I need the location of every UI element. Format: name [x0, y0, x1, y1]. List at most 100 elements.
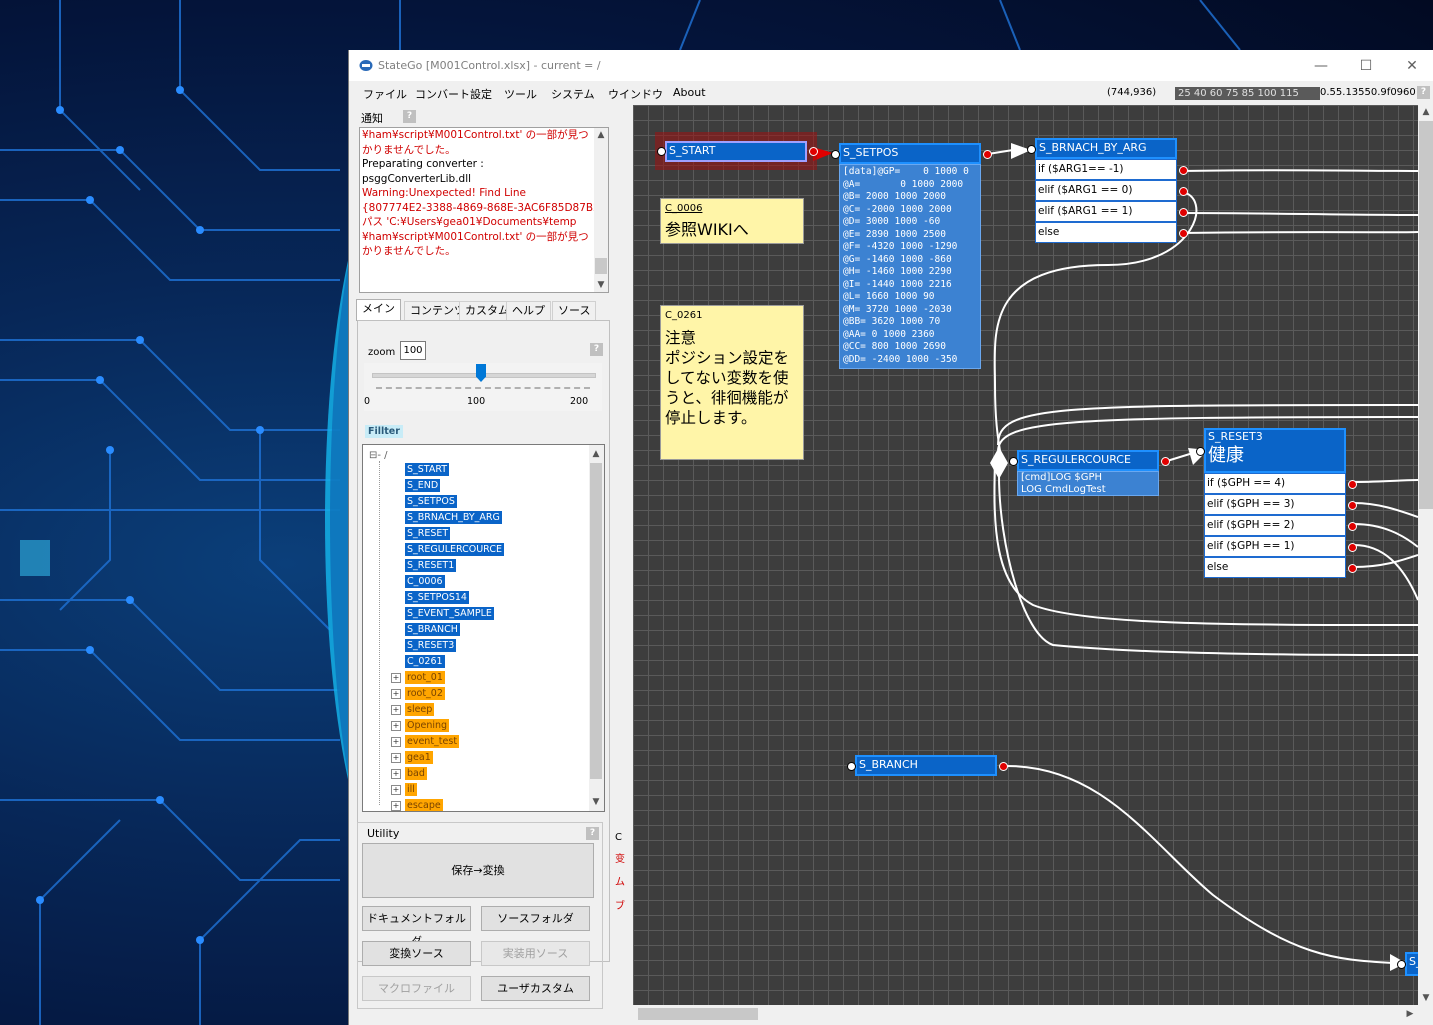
menu-convert-settings[interactable]: コンバート設定 — [415, 86, 492, 102]
tree-item[interactable]: bad — [405, 767, 427, 780]
s-brnach-branch-out-port[interactable] — [1179, 166, 1188, 175]
tree-item[interactable]: C_0261 — [405, 655, 445, 668]
tree-item[interactable]: S_BRANCH — [405, 623, 460, 636]
node-s-partial[interactable]: S_ — [1397, 952, 1418, 976]
state-tree[interactable]: ⊟- / S_START S_END S_SETPOS S_BRNACH_BY_ARG… — [362, 444, 605, 812]
tree-item[interactable]: S_START — [405, 463, 450, 476]
s-brnach-branch-row[interactable]: if ($ARG1== -1) — [1035, 159, 1177, 180]
note-c-0006[interactable]: C_0006 参照WIKIへ — [660, 198, 804, 244]
tree-expand-icon[interactable]: + — [391, 689, 401, 699]
notify-help-icon[interactable]: ? — [403, 110, 416, 123]
s-brnach-in-port[interactable] — [1027, 145, 1036, 154]
s-branch-out-port[interactable] — [999, 762, 1008, 771]
user-custom-button[interactable]: ユーザカスタム — [481, 976, 590, 1001]
minimize-button[interactable]: — — [1306, 55, 1336, 77]
s-reguler-out-port[interactable] — [1161, 457, 1170, 466]
scroll-down-icon[interactable]: ▼ — [594, 278, 608, 292]
tab-help[interactable]: ヘルプ — [506, 301, 551, 320]
s-reguler-in-port[interactable] — [1009, 457, 1018, 466]
tree-expand-icon[interactable]: + — [391, 737, 401, 747]
node-s-setpos[interactable]: S_SETPOS [data]@GP= 0 1000 0 @A= 0 1000 2… — [831, 143, 992, 369]
node-s-branch[interactable]: S_BRANCH — [847, 755, 1008, 776]
s-reset3-branch-out-port[interactable] — [1348, 480, 1357, 489]
menu-file[interactable]: ファイル — [363, 86, 407, 102]
s-brnach-branch-row[interactable]: else — [1035, 222, 1177, 243]
s-reset3-branch-row[interactable]: elif ($GPH == 3) — [1204, 494, 1346, 515]
tree-item[interactable]: gea1 — [405, 751, 433, 764]
note-c-0006-text[interactable]: 参照WIKIへ — [665, 220, 749, 239]
menu-tools[interactable]: ツール — [504, 86, 537, 102]
log-scrollbar[interactable]: ▲ ▼ — [594, 128, 608, 292]
save-convert-button[interactable]: 保存→変換 — [362, 843, 594, 898]
tree-item[interactable]: S_REGULERCOURCE — [405, 543, 504, 556]
canvas-hscroll-thumb[interactable] — [638, 1008, 758, 1020]
tree-item[interactable]: root_02 — [405, 687, 445, 700]
state-canvas[interactable]: S_START S_SETPOS [data]@GP= 0 1000 0 @A= … — [633, 105, 1418, 1005]
s-setpos-in-port[interactable] — [831, 150, 840, 159]
zoom-slider[interactable]: 0 100 200 — [364, 363, 602, 411]
zoom-input[interactable]: 100 — [400, 341, 426, 360]
tree-item[interactable]: S_SETPOS14 — [405, 591, 469, 604]
s-partial-in-port[interactable] — [1397, 960, 1406, 969]
convert-source-button[interactable]: 変換ソース — [362, 941, 471, 966]
maximize-button[interactable]: ☐ — [1351, 55, 1381, 77]
canvas-scroll-right-icon[interactable]: ▶ — [1403, 1007, 1417, 1021]
tree-item[interactable]: S_RESET — [405, 527, 451, 540]
tree-item[interactable]: S_EVENT_SAMPLE — [405, 607, 494, 620]
scroll-up-icon[interactable]: ▲ — [594, 128, 608, 142]
help-icon[interactable]: ? — [1417, 86, 1430, 99]
canvas-hscrollbar[interactable]: ▶ — [633, 1005, 1418, 1023]
tree-expand-icon[interactable]: + — [391, 705, 401, 715]
tree-item[interactable]: Opening — [405, 719, 450, 732]
tree-root[interactable]: ⊟- / — [369, 450, 388, 461]
zoom-presets[interactable]: 25 40 60 75 85 100 115 — [1175, 87, 1320, 100]
s-start-out-port[interactable] — [809, 147, 818, 156]
tree-item[interactable]: S_RESET1 — [405, 559, 457, 572]
s-start-in-port[interactable] — [657, 147, 666, 156]
tree-item[interactable]: S_BRNACH_BY_ARG — [405, 511, 502, 524]
s-brnach-branch-row[interactable]: elif ($ARG1 == 0) — [1035, 180, 1177, 201]
notify-log[interactable]: ¥ham¥script¥M001Control.txt' の一部が見つ かりません… — [359, 127, 609, 293]
tree-item[interactable]: S_END — [405, 479, 441, 492]
note-c-0261[interactable]: C_0261 注意 ポジション設定を してない変数を使 うと、徘徊機能が 停止し… — [660, 305, 804, 460]
s-reset3-branch-out-port[interactable] — [1348, 501, 1357, 510]
s-reset3-branch-out-port[interactable] — [1348, 564, 1357, 573]
s-reset3-in-port[interactable] — [1196, 447, 1205, 456]
node-s-reset3[interactable]: S_RESET3 健康 if ($GPH == 4) elif ($GPH == … — [1196, 428, 1357, 578]
s-brnach-branch-row[interactable]: elif ($ARG1 == 1) — [1035, 201, 1177, 222]
source-folder-button[interactable]: ソースフォルダ — [481, 906, 590, 931]
s-reset3-branch-row[interactable]: if ($GPH == 4) — [1204, 473, 1346, 494]
s-reset3-branch-row[interactable]: elif ($GPH == 1) — [1204, 536, 1346, 557]
tree-item[interactable]: S_SETPOS — [405, 495, 457, 508]
s-reset3-branch-out-port[interactable] — [1348, 522, 1357, 531]
tree-expand-icon[interactable]: + — [391, 785, 401, 795]
tree-expand-icon[interactable]: + — [391, 769, 401, 779]
tree-item[interactable]: C_0006 — [405, 575, 445, 588]
tree-expand-icon[interactable]: + — [391, 721, 401, 731]
s-reset3-branch-row[interactable]: else — [1204, 557, 1346, 578]
tree-expand-icon[interactable]: + — [391, 801, 401, 811]
node-s-start[interactable]: S_START — [657, 141, 818, 162]
tree-item[interactable]: escape — [405, 799, 443, 811]
tree-item[interactable]: sleep — [405, 703, 435, 716]
s-brnach-branch-out-port[interactable] — [1179, 229, 1188, 238]
menu-system[interactable]: システム — [551, 86, 595, 102]
zoom-help-icon[interactable]: ? — [590, 343, 603, 356]
s-reset3-branch-out-port[interactable] — [1348, 543, 1357, 552]
s-brnach-branch-out-port[interactable] — [1179, 187, 1188, 196]
s-setpos-out-port[interactable] — [983, 150, 992, 159]
close-button[interactable]: ✕ — [1397, 55, 1427, 77]
canvas-scroll-down-icon[interactable]: ▼ — [1418, 991, 1433, 1005]
slider-thumb[interactable] — [476, 364, 486, 382]
s-branch-in-port[interactable] — [847, 762, 856, 771]
canvas-vscrollbar[interactable]: ▲ ▼ — [1418, 105, 1433, 1005]
tree-item[interactable]: root_01 — [405, 671, 445, 684]
tree-scroll-down-icon[interactable]: ▼ — [589, 795, 603, 809]
tree-scrollbar[interactable]: ▲ ▼ — [589, 445, 604, 811]
log-scroll-thumb[interactable] — [595, 258, 607, 274]
tree-expand-icon[interactable]: + — [391, 753, 401, 763]
tree-scroll-thumb[interactable] — [590, 463, 602, 779]
node-s-regulercource[interactable]: S_REGULERCOURCE [cmd]LOG $GPH LOG CmdLogT… — [1009, 450, 1170, 496]
tab-main[interactable]: メイン — [356, 299, 401, 321]
tree-expand-icon[interactable]: + — [391, 673, 401, 683]
